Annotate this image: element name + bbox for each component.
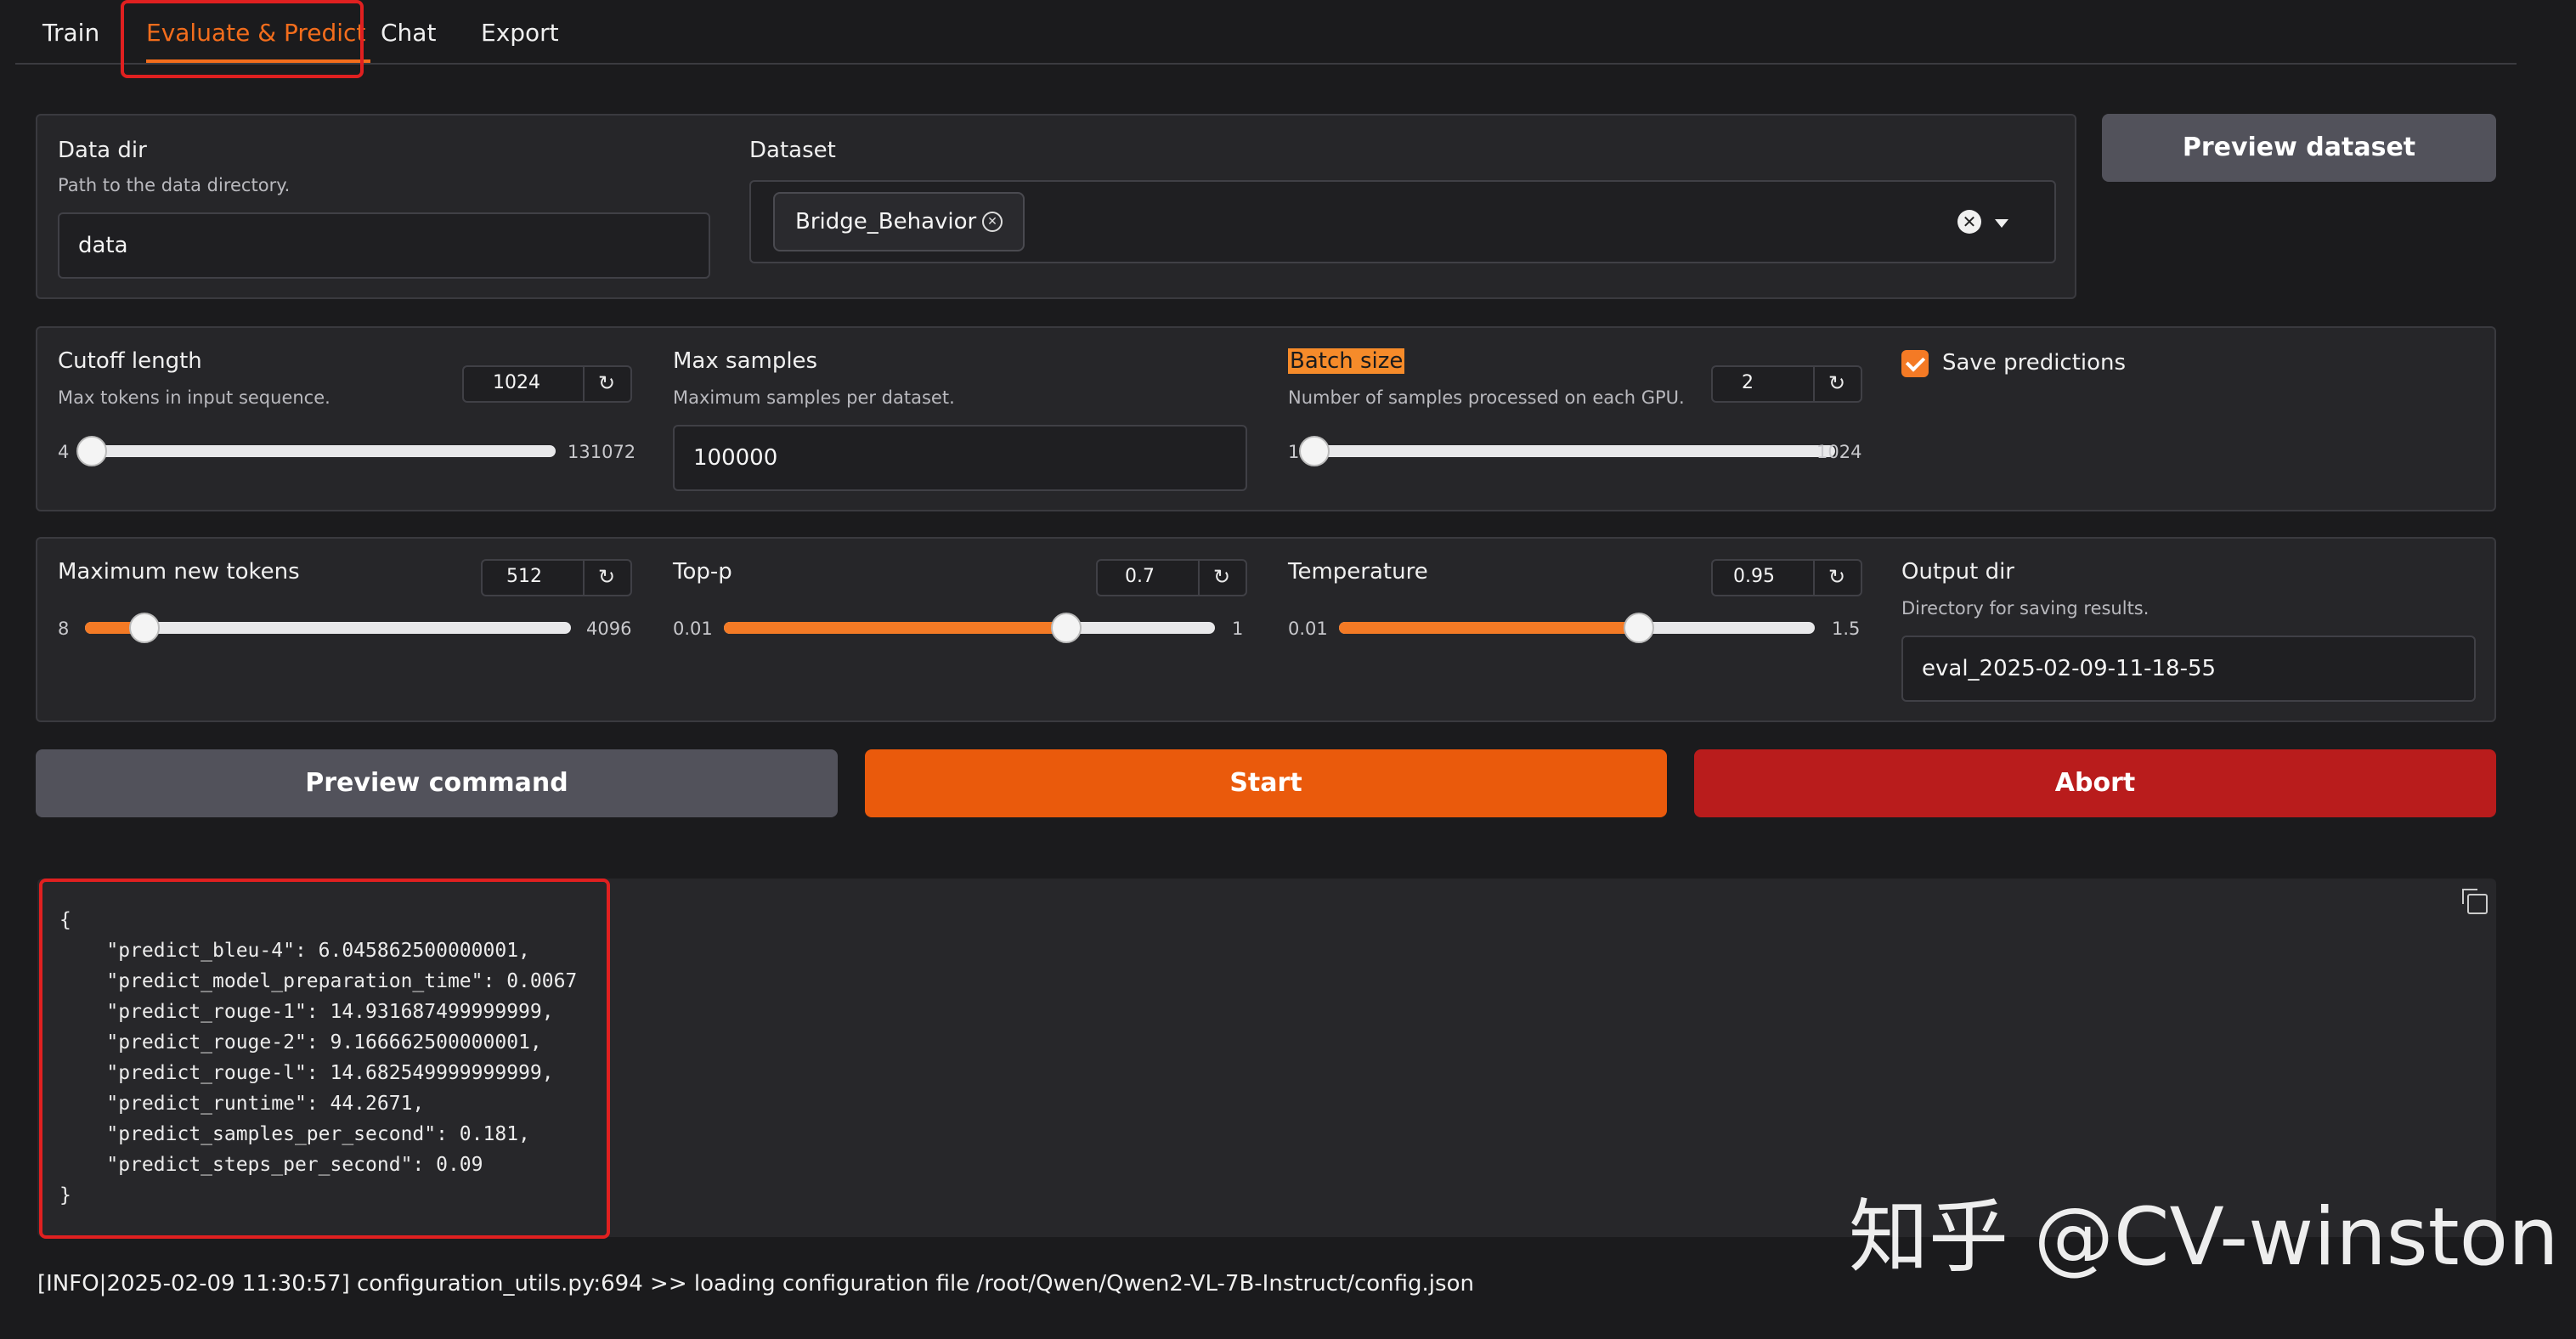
- temperature-min: 0.01: [1288, 619, 1328, 639]
- reset-icon[interactable]: ↻: [598, 565, 615, 589]
- top-p-slider-fill: [724, 622, 1066, 634]
- output-line: "predict_rouge-1": 14.931687499999999,: [59, 1001, 554, 1023]
- cutoff-length-max: 131072: [568, 442, 636, 462]
- cutoff-length-value: 1024: [493, 372, 540, 393]
- max-samples-value: 100000: [693, 445, 778, 471]
- temperature-number[interactable]: 0.95 ↻: [1711, 559, 1862, 596]
- max-samples-input[interactable]: 100000: [673, 425, 1247, 491]
- output-dir-label: Output dir: [1901, 559, 2014, 585]
- max-new-tokens-max: 4096: [586, 619, 632, 639]
- output-line: "predict_bleu-4": 6.045862500000001,: [59, 940, 530, 962]
- tab-train[interactable]: Train: [42, 19, 99, 47]
- preview-command-label: Preview command: [305, 768, 568, 798]
- preview-command-button[interactable]: Preview command: [36, 749, 838, 817]
- top-p-value: 0.7: [1125, 566, 1155, 587]
- cutoff-length-slider-thumb[interactable]: [76, 436, 108, 466]
- batch-size-label-text: Batch size: [1288, 348, 1405, 374]
- output-line: {: [59, 909, 71, 931]
- top-p-max: 1: [1232, 619, 1244, 639]
- abort-button[interactable]: Abort: [1694, 749, 2496, 817]
- data-dir-input[interactable]: data: [58, 212, 710, 279]
- cutoff-length-slider[interactable]: [88, 445, 556, 457]
- batch-size-help: Number of samples processed on each GPU.: [1288, 387, 1685, 408]
- output-line: "predict_model_preparation_time": 0.0067: [59, 970, 578, 992]
- output-dir-input[interactable]: eval_2025-02-09-11-18-55: [1901, 636, 2476, 702]
- batch-size-number[interactable]: 2 ↻: [1711, 365, 1862, 403]
- max-samples-label: Max samples: [673, 348, 818, 374]
- cutoff-length-help: Max tokens in input sequence.: [58, 387, 330, 408]
- cutoff-length-label: Cutoff length: [58, 348, 202, 374]
- clear-selection-icon[interactable]: ✕: [1957, 210, 1981, 234]
- log-line: [INFO|2025-02-09 11:30:57] configuration…: [37, 1271, 1474, 1297]
- batch-size-min: 1: [1288, 442, 1300, 462]
- cutoff-length-number[interactable]: 1024 ↻: [462, 365, 632, 403]
- dataset-panel: Data dir Path to the data directory. dat…: [36, 114, 2076, 299]
- data-dir-help: Path to the data directory.: [58, 175, 291, 195]
- temperature-label: Temperature: [1288, 559, 1428, 585]
- watermark-text: 知乎 @CV-winston: [1849, 1191, 2559, 1284]
- data-dir-value: data: [78, 233, 128, 258]
- batch-size-label: Batch size: [1288, 348, 1405, 374]
- reset-icon[interactable]: ↻: [1828, 371, 1845, 395]
- top-p-number[interactable]: 0.7 ↻: [1096, 559, 1247, 596]
- temperature-slider[interactable]: [1339, 622, 1815, 634]
- top-p-label: Top-p: [673, 559, 732, 585]
- start-label: Start: [1229, 768, 1302, 798]
- remove-chip-icon[interactable]: ✕: [982, 212, 1003, 232]
- output-line: }: [59, 1184, 71, 1206]
- tab-evaluate-predict[interactable]: Evaluate & Predict: [146, 19, 365, 47]
- abort-label: Abort: [2054, 768, 2136, 798]
- tab-export[interactable]: Export: [481, 19, 559, 47]
- settings-panel-1: Cutoff length Max tokens in input sequen…: [36, 326, 2496, 511]
- tab-bar: Train Evaluate & Predict Chat Export: [15, 0, 2517, 65]
- batch-size-slider-thumb[interactable]: [1298, 436, 1330, 466]
- dataset-chip-label: Bridge_Behavior: [795, 209, 977, 234]
- data-dir-label: Data dir: [58, 138, 147, 163]
- batch-size-max: 1024: [1816, 442, 1862, 462]
- chevron-down-icon[interactable]: [1995, 219, 2008, 228]
- top-p-slider[interactable]: [724, 622, 1215, 634]
- output-line: "predict_rouge-2": 9.166662500000001,: [59, 1031, 542, 1054]
- max-samples-help: Maximum samples per dataset.: [673, 387, 955, 408]
- preview-dataset-label: Preview dataset: [2182, 133, 2416, 162]
- output-line: "predict_steps_per_second": 0.09: [59, 1154, 483, 1176]
- save-predictions-checkbox[interactable]: [1901, 350, 1929, 377]
- copy-icon[interactable]: [2462, 889, 2488, 914]
- output-line: "predict_runtime": 44.2671,: [59, 1093, 425, 1115]
- temperature-max: 1.5: [1832, 619, 1861, 639]
- temperature-slider-thumb[interactable]: [1624, 613, 1655, 643]
- dataset-chip: Bridge_Behavior ✕: [773, 192, 1025, 251]
- max-new-tokens-value: 512: [506, 566, 542, 587]
- reset-icon[interactable]: ↻: [1828, 565, 1845, 589]
- tab-chat[interactable]: Chat: [381, 19, 436, 47]
- temperature-value: 0.95: [1733, 566, 1775, 587]
- cutoff-length-min: 4: [58, 442, 70, 462]
- preview-dataset-button[interactable]: Preview dataset: [2102, 114, 2496, 182]
- batch-size-slider[interactable]: [1313, 445, 1835, 457]
- output-dir-help: Directory for saving results.: [1901, 598, 2149, 619]
- dataset-label: Dataset: [749, 138, 836, 163]
- start-button[interactable]: Start: [865, 749, 1667, 817]
- active-tab-indicator: [146, 59, 370, 63]
- max-new-tokens-number[interactable]: 512 ↻: [481, 559, 632, 596]
- dataset-select[interactable]: Bridge_Behavior ✕ ✕: [749, 180, 2056, 263]
- save-predictions-label: Save predictions: [1942, 350, 2127, 376]
- temperature-slider-fill: [1339, 622, 1640, 634]
- max-new-tokens-slider-thumb[interactable]: [129, 613, 161, 643]
- output-line: "predict_rouge-l": 14.682549999999999,: [59, 1062, 554, 1084]
- max-new-tokens-label: Maximum new tokens: [58, 559, 300, 585]
- reset-icon[interactable]: ↻: [598, 371, 615, 395]
- output-dir-value: eval_2025-02-09-11-18-55: [1922, 656, 2217, 681]
- max-new-tokens-min: 8: [58, 619, 70, 639]
- output-line: "predict_samples_per_second": 0.181,: [59, 1123, 530, 1145]
- top-p-min: 0.01: [673, 619, 713, 639]
- reset-icon[interactable]: ↻: [1213, 565, 1230, 589]
- settings-panel-2: Maximum new tokens 512 ↻ 8 4096 Top-p 0.…: [36, 537, 2496, 722]
- batch-size-value: 2: [1742, 372, 1754, 393]
- top-p-slider-thumb[interactable]: [1050, 613, 1082, 643]
